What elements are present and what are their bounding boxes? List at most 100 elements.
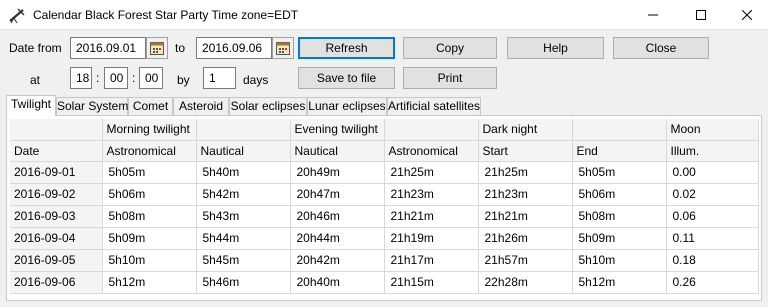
table-row-cell[interactable]: 0.06 [666, 205, 759, 228]
table-row-cell[interactable]: 5h09m [572, 227, 667, 250]
second-field[interactable]: 00 [139, 67, 163, 89]
table-row-cell[interactable]: 5h10m [102, 249, 197, 272]
table-row-cell[interactable]: 5h45m [196, 249, 291, 272]
close-button[interactable]: Close [613, 37, 709, 59]
close-icon [742, 10, 752, 20]
maximize-icon [696, 10, 706, 20]
date-to-field[interactable]: 2016.09.06 [196, 37, 272, 59]
table-row-cell[interactable]: 20h42m [290, 249, 385, 272]
title-bar: Calendar Black Forest Star Party Time zo… [0, 0, 768, 30]
table-group-header-cell[interactable] [572, 119, 667, 141]
table-column-header-cell[interactable]: Astronomical [384, 140, 479, 162]
table-row-cell[interactable]: 21h15m [384, 271, 479, 294]
date-from-calendar-button[interactable] [146, 37, 168, 59]
tab-comet[interactable]: Comet [128, 97, 173, 115]
table-row-cell[interactable]: 2016-09-05 [10, 249, 103, 272]
table-row-cell[interactable]: 20h47m [290, 183, 385, 206]
table-row-cell[interactable]: 21h26m [478, 227, 573, 250]
table-row-cell[interactable]: 2016-09-04 [10, 227, 103, 250]
table-row-cell[interactable]: 2016-09-02 [10, 183, 103, 206]
table-row-cell[interactable]: 0.02 [666, 183, 759, 206]
table-row-cell[interactable]: 5h12m [572, 271, 667, 294]
table-column-header-cell[interactable]: Nautical [196, 140, 291, 162]
table-row-cell[interactable]: 5h06m [572, 183, 667, 206]
table-row-cell[interactable]: 0.00 [666, 161, 759, 184]
table-row-cell[interactable]: 21h57m [478, 249, 573, 272]
table-row-cell[interactable]: 2016-09-03 [10, 205, 103, 228]
table-row: 2016-09-05 5h10m 5h45m 20h42m 21h17m 21h57m 5h… [10, 249, 759, 272]
table-row-cell[interactable]: 5h10m [572, 249, 667, 272]
table-row-cell[interactable]: 20h46m [290, 205, 385, 228]
minute-field[interactable]: 00 [104, 67, 128, 89]
table-row-cell[interactable]: 21h17m [384, 249, 479, 272]
table-row-cell[interactable]: 21h21m [478, 205, 573, 228]
table-group-header-cell[interactable]: Evening twilight [290, 119, 385, 141]
table-column-header-cell[interactable]: End [572, 140, 667, 162]
table-row-cell[interactable]: 20h40m [290, 271, 385, 294]
table-row-cell[interactable]: 0.26 [666, 271, 759, 294]
table-row-cell[interactable]: 2016-09-06 [10, 271, 103, 294]
table-group-header-cell[interactable] [10, 119, 103, 141]
table-group-header: Morning twilight Evening twilight Dark nig… [10, 119, 759, 141]
maximize-button[interactable] [678, 0, 724, 30]
print-button[interactable]: Print [403, 67, 497, 89]
table-row: 2016-09-01 5h05m 5h40m 20h49m 21h25m 21h25m 5h… [10, 161, 759, 184]
table-row-cell[interactable]: 22h28m [478, 271, 573, 294]
minimize-button[interactable] [630, 0, 676, 30]
table-column-header-cell[interactable]: Illum. [666, 140, 759, 162]
table-row-cell[interactable]: 2016-09-01 [10, 161, 103, 184]
table-column-header-cell[interactable]: Astronomical [102, 140, 197, 162]
table-row-cell[interactable]: 20h49m [290, 161, 385, 184]
table-row-cell[interactable]: 21h23m [384, 183, 479, 206]
table-row-cell[interactable]: 5h44m [196, 227, 291, 250]
table-row-cell[interactable]: 5h09m [102, 227, 197, 250]
save-to-file-button[interactable]: Save to file [298, 67, 395, 89]
hour-field[interactable]: 18 [70, 67, 92, 89]
tab-artificial-satellites[interactable]: Artificial satellites [387, 97, 481, 115]
table-row-cell[interactable]: 5h05m [572, 161, 667, 184]
table-row-cell[interactable]: 21h25m [384, 161, 479, 184]
table-row-cell[interactable]: 5h08m [572, 205, 667, 228]
table-group-header-cell[interactable]: Moon [666, 119, 759, 141]
table-row-cell[interactable]: 21h23m [478, 183, 573, 206]
to-label: to [175, 41, 186, 55]
table-column-header-cell[interactable]: Nautical [290, 140, 385, 162]
tab-solar-eclipses[interactable]: Solar eclipses [229, 97, 307, 115]
table-row-cell[interactable]: 20h44m [290, 227, 385, 250]
table-row-cell[interactable]: 5h40m [196, 161, 291, 184]
table-group-header-cell[interactable]: Dark night [478, 119, 573, 141]
table-row-cell[interactable]: 21h19m [384, 227, 479, 250]
twilight-table: Morning twilight Evening twilight Dark nig… [10, 119, 759, 294]
refresh-button[interactable]: Refresh [298, 37, 395, 59]
table-row-cell[interactable]: 5h42m [196, 183, 291, 206]
calendar-icon [276, 41, 290, 55]
calendar-icon [150, 41, 164, 55]
date-to-calendar-button[interactable] [272, 37, 294, 59]
table-group-header-cell[interactable]: Morning twilight [102, 119, 197, 141]
table-row-cell[interactable]: 0.11 [666, 227, 759, 250]
table-row-cell[interactable]: 5h46m [196, 271, 291, 294]
table-column-header-cell[interactable]: Start [478, 140, 573, 162]
tab-twilight[interactable]: Twilight [6, 95, 56, 116]
copy-button[interactable]: Copy [403, 37, 497, 59]
table-group-header-cell[interactable] [196, 119, 291, 141]
close-window-button[interactable] [724, 0, 768, 30]
table-row-cell[interactable]: 21h21m [384, 205, 479, 228]
table-row-cell[interactable]: 5h08m [102, 205, 197, 228]
table-row-cell[interactable]: 0.18 [666, 249, 759, 272]
step-field[interactable]: 1 [203, 67, 236, 89]
table-row-cell[interactable]: 5h06m [102, 183, 197, 206]
tab-lunar-eclipses[interactable]: Lunar eclipses [307, 97, 387, 115]
tab-solar-system[interactable]: Solar System [56, 97, 128, 115]
window-title: Calendar Black Forest Star Party Time zo… [33, 8, 299, 22]
tab-asteroid[interactable]: Asteroid [173, 97, 229, 115]
table-column-header-cell[interactable]: Date [10, 140, 103, 162]
table-row-cell[interactable]: 5h12m [102, 271, 197, 294]
table-row-cell[interactable]: 5h05m [102, 161, 197, 184]
table-row-cell[interactable]: 21h25m [478, 161, 573, 184]
help-button[interactable]: Help [507, 37, 604, 59]
table-row-cell[interactable]: 5h43m [196, 205, 291, 228]
date-from-field[interactable]: 2016.09.01 [70, 37, 146, 59]
telescope-icon [8, 6, 26, 24]
table-group-header-cell[interactable] [384, 119, 479, 141]
